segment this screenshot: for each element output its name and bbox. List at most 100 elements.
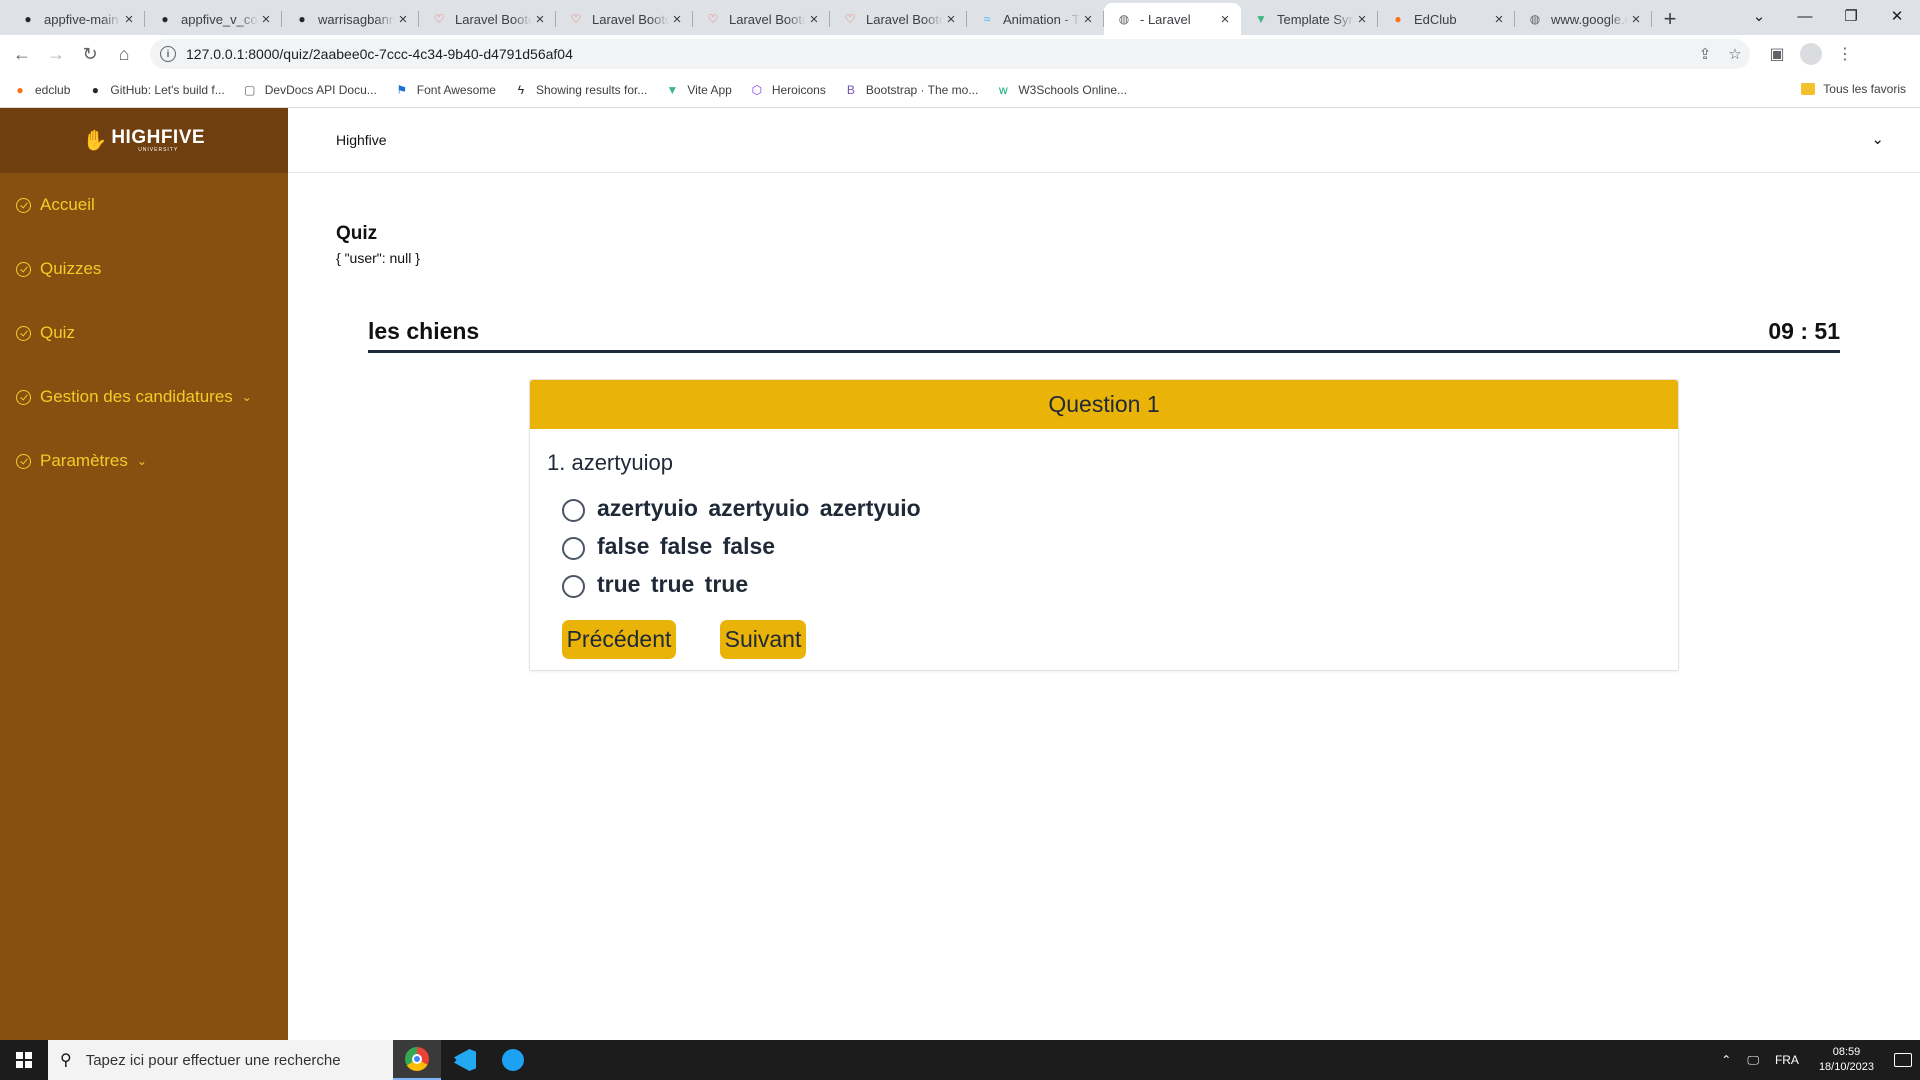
- bookmark-star-icon[interactable]: ☆: [1720, 45, 1750, 63]
- check-circle-icon: [16, 453, 31, 469]
- check-circle-icon: [16, 325, 31, 341]
- bookmark-label: edclub: [35, 83, 71, 97]
- network-icon[interactable]: 🖵: [1747, 1053, 1759, 1068]
- bookmark-item[interactable]: ⬡ Heroicons: [749, 82, 826, 98]
- taskbar-search[interactable]: ⚲ Tapez ici pour effectuer une recherche: [48, 1040, 393, 1080]
- taskbar-chrome[interactable]: [393, 1040, 441, 1080]
- browser-tab[interactable]: ≈ Animation - T ×: [967, 3, 1104, 35]
- reload-icon[interactable]: ↻: [76, 40, 104, 68]
- close-tab-icon[interactable]: ×: [669, 11, 685, 28]
- language-indicator[interactable]: FRA: [1775, 1053, 1799, 1067]
- side-panel-icon[interactable]: ▣: [1760, 44, 1794, 64]
- bookmark-item[interactable]: ▼ Vite App: [664, 82, 731, 98]
- sidebar-item-quizzes[interactable]: Quizzes: [0, 237, 288, 301]
- browser-tab[interactable]: ● appfive-main ×: [8, 3, 145, 35]
- start-button[interactable]: [0, 1040, 48, 1080]
- forward-icon[interactable]: →: [42, 40, 70, 68]
- sidebar-item-parametres[interactable]: Paramètres ⌄: [0, 429, 288, 493]
- radio-button[interactable]: [562, 537, 585, 560]
- sidebar-item-quiz[interactable]: Quiz: [0, 301, 288, 365]
- windows-taskbar: ⚲ Tapez ici pour effectuer une recherche…: [0, 1040, 1920, 1080]
- bookmark-label: Font Awesome: [416, 83, 496, 97]
- bookmark-item[interactable]: ⚑ Font Awesome: [394, 82, 496, 98]
- tab-search-icon[interactable]: ⌄: [1736, 0, 1782, 32]
- tray-chevron-icon[interactable]: ⌃: [1721, 1053, 1731, 1067]
- edge-icon: [502, 1049, 524, 1071]
- next-button[interactable]: Suivant: [720, 620, 806, 659]
- browser-tab[interactable]: ● warrisagbann ×: [282, 3, 419, 35]
- close-tab-icon[interactable]: ×: [258, 11, 274, 28]
- taskbar-edge[interactable]: [489, 1040, 537, 1080]
- globe-icon: ◍: [1118, 12, 1130, 26]
- close-tab-icon[interactable]: ×: [1491, 11, 1507, 28]
- devdocs-icon: ▢: [244, 83, 256, 97]
- browser-tab[interactable]: ♡ Laravel Bootc ×: [556, 3, 693, 35]
- answer-option[interactable]: azertyuio azertyuio azertyuio: [562, 489, 921, 527]
- close-tab-icon[interactable]: ×: [1354, 11, 1370, 28]
- notifications-icon[interactable]: [1894, 1053, 1912, 1067]
- bookmark-item[interactable]: ▢ DevDocs API Docu...: [242, 82, 377, 98]
- close-tab-icon[interactable]: ×: [1217, 11, 1233, 28]
- bookmark-item[interactable]: B Bootstrap · The mo...: [843, 82, 979, 98]
- address-bar[interactable]: i 127.0.0.1:8000/quiz/2aabee0c-7ccc-4c34…: [150, 39, 1750, 69]
- vue-icon: ▼: [666, 83, 679, 97]
- new-tab-button[interactable]: +: [1652, 3, 1688, 35]
- close-window-button[interactable]: ✕: [1874, 0, 1920, 32]
- bookmark-item[interactable]: ● edclub: [12, 82, 70, 98]
- tab-title: EdClub: [1414, 11, 1457, 27]
- minimize-button[interactable]: —: [1782, 0, 1828, 32]
- browser-tab[interactable]: ♡ Laravel Bootc ×: [830, 3, 967, 35]
- taskbar-search-placeholder: Tapez ici pour effectuer une recherche: [85, 1051, 341, 1069]
- clock[interactable]: 08:59 18/10/2023: [1819, 1045, 1874, 1075]
- close-tab-icon[interactable]: ×: [1080, 11, 1096, 28]
- close-tab-icon[interactable]: ×: [1628, 11, 1644, 28]
- previous-button[interactable]: Précédent: [562, 620, 676, 659]
- sidebar-item-gestion-des-candidatures[interactable]: Gestion des candidatures ⌄: [0, 365, 288, 429]
- profile-avatar[interactable]: [1800, 43, 1822, 65]
- folder-icon: [1801, 83, 1816, 95]
- browser-tab[interactable]: ♡ Laravel Bootc ×: [419, 3, 556, 35]
- brand-subtitle: UNIVERSITY: [138, 147, 179, 153]
- close-tab-icon[interactable]: ×: [395, 11, 411, 28]
- answer-option-label: azertyuio azertyuio azertyuio: [597, 494, 921, 521]
- browser-tab[interactable]: ◍ - Laravel ×: [1104, 3, 1241, 35]
- answer-option[interactable]: false false false: [562, 527, 921, 565]
- main-content: Quiz { "user": null } les chiens 09 : 51…: [288, 173, 1920, 1040]
- tab-title: warrisagbann: [318, 11, 395, 27]
- more-menu-icon[interactable]: ⋮: [1828, 44, 1862, 64]
- browser-tab[interactable]: ▼ Template Syn ×: [1241, 3, 1378, 35]
- taskbar-vscode[interactable]: [441, 1040, 489, 1080]
- radio-button[interactable]: [562, 575, 585, 598]
- browser-tab[interactable]: ● appfive_v_cor ×: [145, 3, 282, 35]
- bookmark-item[interactable]: ϟ Showing results for...: [513, 82, 648, 98]
- close-tab-icon[interactable]: ×: [532, 11, 548, 28]
- close-tab-icon[interactable]: ×: [121, 11, 137, 28]
- bookmark-label: W3Schools Online...: [1018, 83, 1128, 97]
- bookmark-label: Showing results for...: [535, 83, 648, 97]
- brand-logo[interactable]: ✋ HIGHFIVE UNIVERSITY: [0, 108, 288, 173]
- share-icon[interactable]: ⇪: [1690, 45, 1720, 63]
- site-info-icon[interactable]: i: [160, 46, 176, 62]
- clock-date: 18/10/2023: [1818, 1061, 1874, 1073]
- url-text[interactable]: 127.0.0.1:8000/quiz/2aabee0c-7ccc-4c34-9…: [186, 46, 1690, 62]
- close-tab-icon[interactable]: ×: [943, 11, 959, 28]
- radio-button[interactable]: [562, 499, 585, 522]
- sidebar-item-accueil[interactable]: Accueil: [0, 173, 288, 237]
- browser-tab[interactable]: ● EdClub ×: [1378, 3, 1515, 35]
- answer-option[interactable]: true true true: [562, 565, 921, 603]
- bookmark-item[interactable]: ● GitHub: Let's build f...: [87, 82, 225, 98]
- all-bookmarks[interactable]: Tous les favoris: [1801, 82, 1906, 96]
- question-card: Question 1 1. azertyuiop azertyuio azert…: [529, 379, 1679, 671]
- check-circle-icon: [16, 389, 31, 405]
- question-text: 1. azertyuiop: [547, 450, 673, 475]
- bookmark-item[interactable]: w W3Schools Online...: [995, 82, 1127, 98]
- bookmark-label: Vite App: [687, 83, 732, 97]
- browser-tab[interactable]: ◍ www.google.c ×: [1515, 3, 1652, 35]
- back-icon[interactable]: ←: [8, 40, 36, 68]
- browser-tab[interactable]: ♡ Laravel Bootc ×: [693, 3, 830, 35]
- close-tab-icon[interactable]: ×: [806, 11, 822, 28]
- home-icon[interactable]: ⌂: [110, 40, 138, 68]
- all-bookmarks-label: Tous les favoris: [1823, 82, 1906, 96]
- user-dropdown-chevron-icon[interactable]: ⌄: [1871, 130, 1884, 148]
- restore-button[interactable]: ❐: [1828, 0, 1874, 32]
